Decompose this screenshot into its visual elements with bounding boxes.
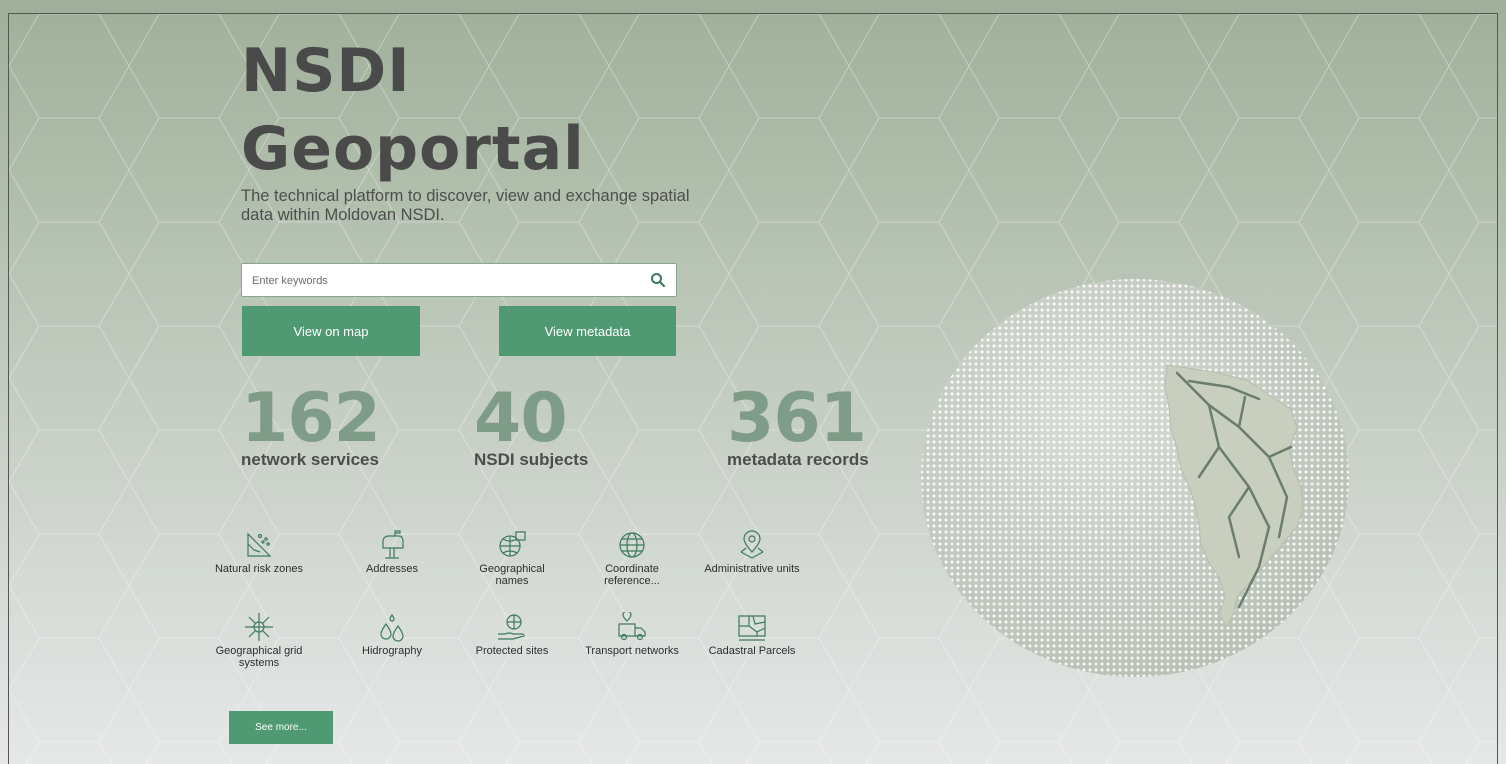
page-title: NSDI Geoportal — [241, 32, 585, 188]
view-metadata-button[interactable]: View metadata — [499, 306, 676, 356]
category-administrative-units[interactable]: Administrative units — [702, 530, 802, 575]
see-more-button[interactable]: See more... — [229, 711, 333, 744]
category-label: Hidrography — [362, 645, 422, 657]
category-label: Geographical names — [479, 563, 545, 587]
category-label: Administrative units — [704, 563, 800, 575]
stat-metadata-records: 361 metadata records — [727, 384, 869, 470]
title-line-1: NSDI — [241, 36, 411, 106]
search-input[interactable] — [250, 264, 644, 298]
stat-label: network services — [241, 450, 379, 469]
globe-grid-icon — [619, 532, 645, 558]
category-label: Addresses — [366, 563, 418, 575]
stat-label: metadata records — [727, 450, 869, 469]
search-box — [241, 263, 677, 298]
stat-network-services: 162 network services — [241, 379, 381, 470]
natural-risk-icon — [247, 532, 272, 557]
category-geographical-grid-systems[interactable]: Geographical grid systems — [209, 612, 309, 669]
category-label: Protected sites — [475, 645, 549, 657]
category-geographical-names[interactable]: Geographical names — [462, 530, 562, 587]
category-label: Coordinate reference... — [604, 563, 660, 587]
stat-number: 162 — [241, 379, 381, 458]
water-drops-icon — [380, 613, 404, 642]
stat-label: NSDI subjects — [474, 450, 589, 469]
category-cadastral-parcels[interactable]: Cadastral Parcels — [702, 612, 802, 657]
page-subtitle: The technical platform to discover, view… — [241, 187, 690, 224]
category-protected-sites[interactable]: Protected sites — [462, 612, 562, 657]
globe-illustration — [921, 279, 1349, 677]
page-frame: NSDI Geoportal The technical platform to… — [8, 13, 1498, 764]
stat-number: 40 — [474, 379, 568, 458]
hand-globe-icon — [498, 614, 525, 640]
search-icon[interactable] — [650, 272, 666, 288]
title-line-2: Geoportal — [241, 114, 585, 184]
map-names-icon — [499, 531, 526, 557]
truck-icon — [618, 612, 646, 641]
category-transport-networks[interactable]: Transport networks — [582, 612, 682, 657]
category-coordinate-reference[interactable]: Coordinate reference... — [582, 530, 682, 587]
category-label: Natural risk zones — [214, 563, 304, 575]
stat-number: 361 — [727, 379, 867, 458]
grid-network-icon — [245, 613, 273, 641]
location-pin-icon — [740, 530, 764, 559]
category-label: Cadastral Parcels — [708, 645, 796, 657]
category-addresses[interactable]: Addresses — [342, 530, 442, 575]
cadastral-map-icon — [738, 615, 766, 641]
category-label: Geographical grid systems — [215, 645, 303, 669]
mailbox-icon — [382, 530, 404, 559]
category-label: Transport networks — [585, 645, 679, 657]
stat-nsdi-subjects: 40 NSDI subjects — [474, 384, 588, 470]
view-on-map-button[interactable]: View on map — [242, 306, 420, 356]
category-hidrography[interactable]: Hidrography — [342, 612, 442, 657]
category-natural-risk-zones[interactable]: Natural risk zones — [209, 530, 309, 575]
